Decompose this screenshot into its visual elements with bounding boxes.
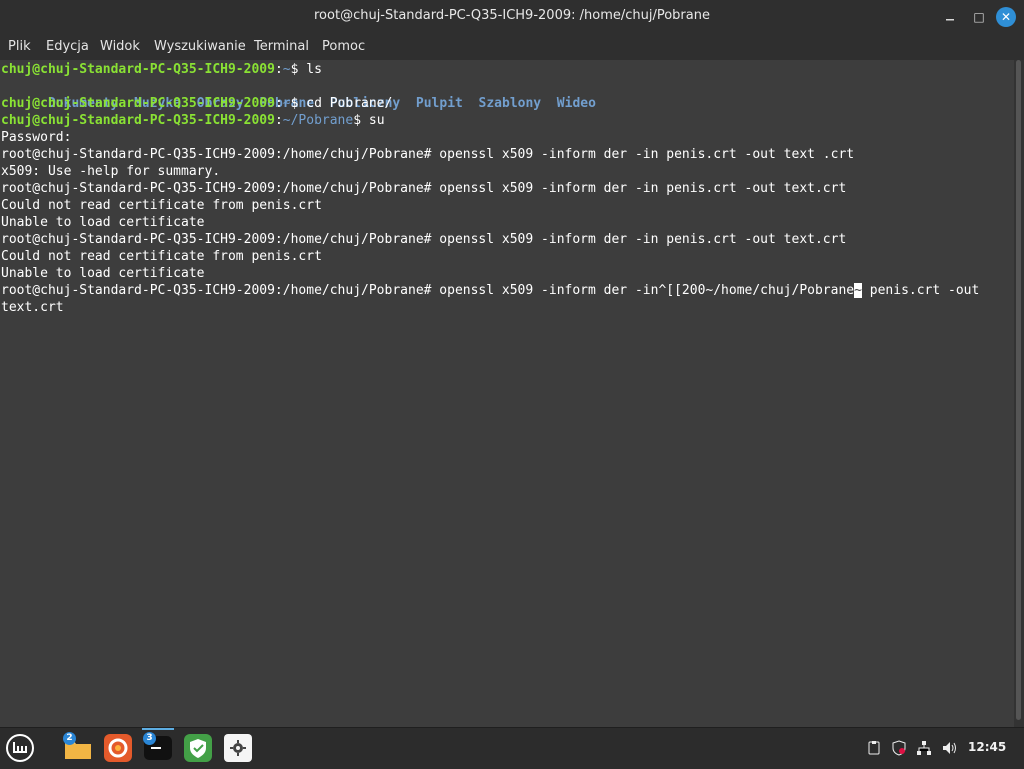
volume-icon[interactable]: [941, 740, 959, 760]
terminal-line: root@chuj-Standard-PC-Q35-ICH9-2009:/hom…: [1, 282, 979, 299]
command-text: penis.crt -out: [861, 283, 980, 298]
minimize-icon: [946, 19, 954, 21]
text-cursor: ~: [854, 283, 862, 298]
terminal-line: root@chuj-Standard-PC-Q35-ICH9-2009:/hom…: [1, 147, 855, 162]
prompt-user: chuj@chuj-Standard-PC-Q35-ICH9-2009: [1, 113, 275, 128]
menu-bar: Plik Edycja Widok Wyszukiwanie Terminal …: [0, 33, 1024, 61]
prompt-path: ~: [282, 62, 291, 77]
prompt-sep: :: [274, 113, 283, 128]
terminal-line: Unable to load certificate: [1, 215, 205, 230]
terminal-line: Unable to load certificate: [1, 266, 205, 281]
scroll-thumb[interactable]: [1016, 60, 1021, 720]
terminal-line: chuj@chuj-Standard-PC-Q35-ICH9-2009:~$ c…: [1, 95, 392, 112]
clipboard-icon[interactable]: [866, 740, 882, 760]
settings-icon: [224, 734, 252, 762]
command-text: $ su: [353, 113, 385, 128]
menu-pomoc[interactable]: Pomoc: [322, 39, 365, 54]
scrollbar[interactable]: [1014, 60, 1024, 727]
terminal-line: Could not read certificate from penis.cr…: [1, 198, 322, 213]
files-badge: 2: [63, 732, 76, 745]
prompt-path: ~: [282, 96, 291, 111]
prompt-sep: :: [274, 96, 283, 111]
menu-wyszukiwanie[interactable]: Wyszukiwanie: [154, 39, 246, 54]
prompt-sep: :: [274, 62, 283, 77]
dir-entry: Wideo: [556, 96, 596, 111]
settings-launcher[interactable]: [222, 732, 254, 764]
firefox-launcher[interactable]: [102, 732, 134, 764]
shield-icon: [184, 734, 212, 762]
minimize-button[interactable]: [940, 7, 960, 27]
titlebar[interactable]: root@chuj-Standard-PC-Q35-ICH9-2009: /ho…: [0, 0, 1024, 33]
start-menu-button[interactable]: [4, 732, 36, 764]
files-launcher[interactable]: 2: [62, 732, 94, 764]
menu-terminal[interactable]: Terminal: [254, 39, 309, 54]
firefox-icon: [104, 734, 132, 762]
terminal-line: root@chuj-Standard-PC-Q35-ICH9-2009:/hom…: [1, 181, 847, 196]
menu-plik[interactable]: Plik: [8, 39, 31, 54]
dir-entry: Szablony: [478, 96, 542, 111]
terminal-line: text.crt: [1, 300, 64, 315]
terminal-line: chuj@chuj-Standard-PC-Q35-ICH9-2009:~/Po…: [1, 112, 385, 129]
terminal-badge: 3: [143, 732, 156, 745]
prompt-path: ~/Pobrane: [282, 113, 354, 128]
command-text: $ cd Pobrane/: [290, 96, 393, 111]
terminal-line: Password:: [1, 130, 72, 145]
clock[interactable]: 12:45: [968, 740, 1006, 754]
menu-widok[interactable]: Widok: [100, 39, 140, 54]
dir-entry: Pulpit: [415, 96, 463, 111]
terminal-line: x509: Use -help for summary.: [1, 164, 221, 179]
terminal-line: Could not read certificate from penis.cr…: [1, 249, 322, 264]
taskbar: 2 3 12:45: [0, 727, 1024, 769]
terminal-output[interactable]: chuj@chuj-Standard-PC-Q35-ICH9-2009:~$ l…: [0, 60, 1014, 727]
terminal-line: root@chuj-Standard-PC-Q35-ICH9-2009:/hom…: [1, 232, 847, 247]
close-button[interactable]: ✕: [996, 7, 1016, 27]
terminal-line: chuj@chuj-Standard-PC-Q35-ICH9-2009:~$ l…: [1, 61, 322, 78]
prompt-user: chuj@chuj-Standard-PC-Q35-ICH9-2009: [1, 96, 275, 111]
window-title: root@chuj-Standard-PC-Q35-ICH9-2009: /ho…: [314, 8, 710, 23]
command-text: $ ls: [290, 62, 322, 77]
menu-icon: [6, 734, 34, 762]
shield-launcher[interactable]: [182, 732, 214, 764]
terminal-launcher[interactable]: 3: [142, 728, 174, 764]
maximize-button[interactable]: □: [969, 7, 989, 27]
terminal-window: root@chuj-Standard-PC-Q35-ICH9-2009: /ho…: [0, 0, 1024, 727]
menu-edycja[interactable]: Edycja: [46, 39, 89, 54]
prompt-user: chuj@chuj-Standard-PC-Q35-ICH9-2009: [1, 62, 275, 77]
command-text: root@chuj-Standard-PC-Q35-ICH9-2009:/hom…: [1, 283, 855, 298]
network-icon[interactable]: [916, 740, 932, 760]
update-shield-icon[interactable]: [891, 740, 907, 760]
